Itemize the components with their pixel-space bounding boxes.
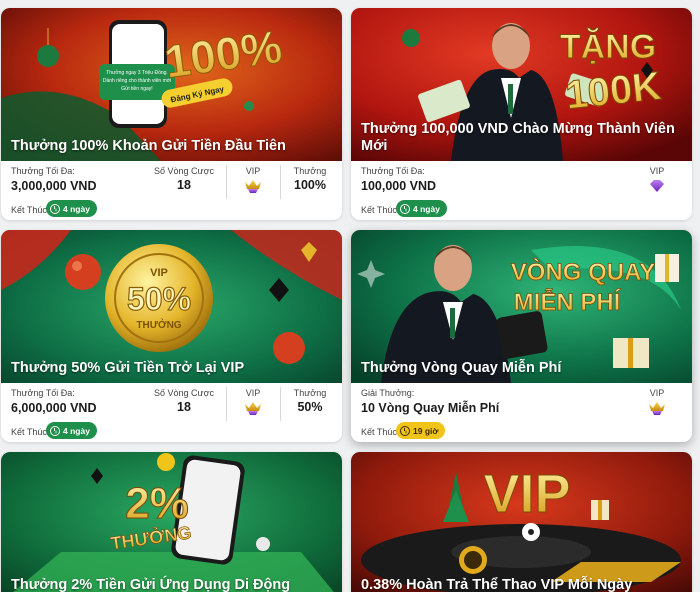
bonus-label: Thưởng: [293, 388, 327, 398]
banner-headline-1: TẶNG: [560, 28, 656, 66]
max-bonus-value: 3,000,000 VND: [11, 179, 97, 193]
banner-headline: 2%: [125, 479, 189, 528]
svg-text:Dành riêng cho thành viên mới: Dành riêng cho thành viên mới: [103, 78, 171, 84]
bonus-value: 100%: [294, 178, 326, 192]
wager-rounds-value: 18: [177, 400, 191, 414]
end-label: Kết Thúc:: [11, 205, 50, 215]
promo-title: Thưởng 2% Tiền Gửi Ứng Dụng Di Động: [11, 577, 291, 592]
clock-icon: [400, 425, 410, 436]
time-remaining-badge: 19 giờ: [396, 422, 446, 439]
banner-headline: 50%: [127, 281, 191, 317]
promo-title: Thưởng 100% Khoản Gửi Tiền Đầu Tiên: [11, 138, 286, 154]
vip-label: VIP: [245, 388, 261, 398]
time-remaining-badge: 4 ngày: [46, 200, 97, 217]
promo-title: 0.38% Hoàn Trả Thể Thao VIP Mỗi Ngày: [361, 577, 633, 592]
prize-value: 10 Vòng Quay Miễn Phí: [361, 401, 500, 415]
banner-headline: VIP: [483, 464, 570, 524]
banner-headline-2: MIỄN PHÍ: [514, 287, 622, 316]
promo-banner[interactable]: VIP 0.38% Hoàn Trả Thể Thao VIP Mỗi Ngày: [351, 452, 692, 592]
end-label: Kết Thúc:: [361, 205, 400, 215]
divider: [280, 165, 281, 199]
vip-crown-icon: [245, 402, 261, 415]
divider: [280, 387, 281, 421]
promo-card-free-spins[interactable]: VÒNG QUAY MIỄN PHÍ Thưởng Vòng Quay Miễn…: [351, 230, 692, 442]
banner-headline-1: VÒNG QUAY: [511, 258, 655, 286]
promo-card-vip-sports-rebate[interactable]: VIP 0.38% Hoàn Trả Thể Thao VIP Mỗi Ngày: [351, 452, 692, 592]
promo-banner[interactable]: 2% THƯỞNG Thưởng 2% Tiền Gửi Ứng Dụng Di…: [1, 452, 342, 592]
divider: [226, 387, 227, 421]
vip-crown-icon: [649, 402, 665, 415]
clock-icon: [50, 203, 60, 214]
wager-rounds-label: Số Vòng Cược: [154, 166, 214, 176]
promo-card-vip-redeposit[interactable]: VIP 50% THƯỞNG Thưởng 50% Gửi Tiền Trở L…: [1, 230, 342, 442]
bonus-value: 50%: [297, 400, 323, 414]
vip-gem-icon: [650, 180, 664, 192]
time-remaining-badge: 4 ngày: [396, 200, 447, 217]
vip-label: VIP: [649, 166, 665, 176]
max-bonus-label: Thưởng Tối Đa:: [11, 166, 75, 176]
promo-title: Thưởng 50% Gửi Tiền Trở Lại VIP: [11, 360, 245, 376]
wager-rounds-label: Số Vòng Cược: [154, 388, 214, 398]
promo-card-first-deposit[interactable]: Thưởng ngay 3 Triệu Đồng. Dành riêng cho…: [1, 8, 342, 220]
promo-banner[interactable]: Thưởng ngay 3 Triệu Đồng. Dành riêng cho…: [1, 8, 342, 161]
prize-label: Giải Thưởng:: [361, 388, 415, 398]
vip-label: VIP: [649, 388, 665, 398]
divider: [226, 165, 227, 199]
banner-vip-text: VIP: [150, 267, 168, 279]
time-remaining-badge: 4 ngày: [46, 422, 97, 439]
promo-card-welcome-100k[interactable]: TẶNG 100K Thưởng 100,000 VND Chào Mừng T…: [351, 8, 692, 220]
wager-rounds-value: 18: [177, 178, 191, 192]
vip-crown-icon: [245, 180, 261, 193]
banner-subtext: THƯỞNG: [136, 318, 181, 331]
svg-text:Gửi tiền ngay!: Gửi tiền ngay!: [121, 85, 152, 92]
promo-title: Thưởng 100,000 VND Chào Mừng Thành Viên …: [361, 121, 675, 154]
clock-icon: [50, 425, 60, 436]
end-label: Kết Thúc:: [11, 427, 50, 437]
promo-banner[interactable]: VIP 50% THƯỞNG Thưởng 50% Gửi Tiền Trở L…: [1, 230, 342, 383]
promo-title: Thưởng Vòng Quay Miễn Phí: [361, 360, 562, 376]
max-bonus-value: 100,000 VND: [361, 179, 437, 193]
promo-banner[interactable]: TẶNG 100K Thưởng 100,000 VND Chào Mừng T…: [351, 8, 692, 161]
bonus-label: Thưởng: [293, 166, 327, 176]
max-bonus-value: 6,000,000 VND: [11, 401, 97, 415]
promo-card-mobile-deposit[interactable]: 2% THƯỞNG Thưởng 2% Tiền Gửi Ứng Dụng Di…: [1, 452, 342, 592]
vip-label: VIP: [245, 166, 261, 176]
max-bonus-label: Thưởng Tối Đa:: [11, 388, 75, 398]
promo-banner[interactable]: VÒNG QUAY MIỄN PHÍ Thưởng Vòng Quay Miễn…: [351, 230, 692, 383]
max-bonus-label: Thưởng Tối Đa:: [361, 166, 425, 176]
end-label: Kết Thúc:: [361, 427, 400, 437]
banner-phone-text: Thưởng ngay 3 Triệu Đồng.: [106, 69, 168, 76]
clock-icon: [400, 203, 410, 214]
